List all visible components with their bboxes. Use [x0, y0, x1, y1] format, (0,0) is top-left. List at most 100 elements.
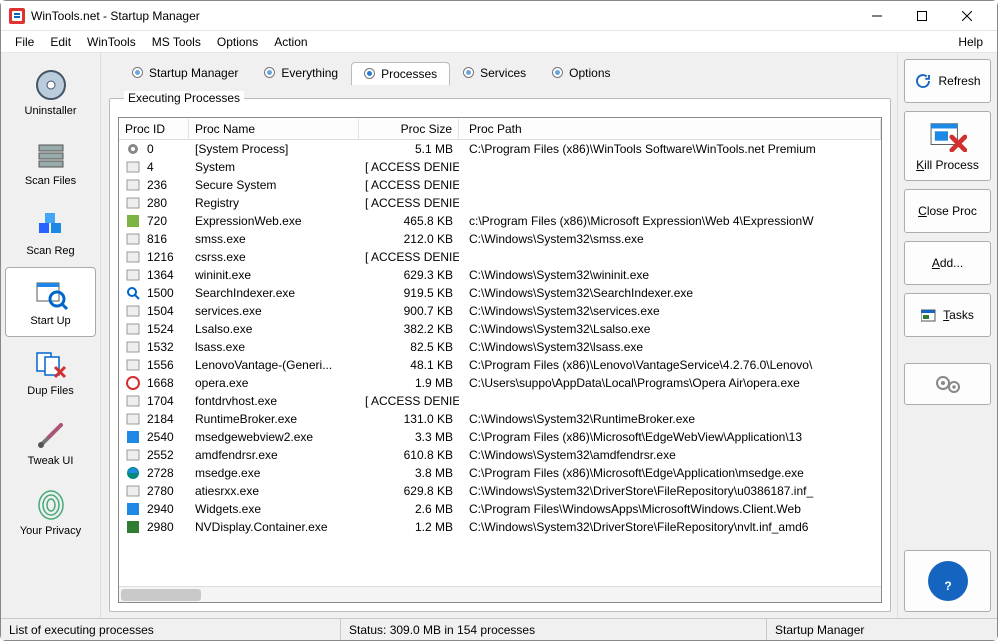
radio-icon: [552, 67, 563, 78]
col-proc-size[interactable]: Proc Size: [359, 119, 459, 139]
horizontal-scrollbar[interactable]: [119, 586, 881, 602]
cubes-icon: [33, 207, 69, 243]
cell-proc-size: [ ACCESS DENIED ]: [359, 160, 459, 174]
process-groupbox: Executing Processes Proc ID Proc Name Pr…: [109, 91, 891, 612]
listview-body[interactable]: 0[System Process]5.1 MBC:\Program Files …: [119, 140, 881, 586]
col-proc-name[interactable]: Proc Name: [189, 119, 359, 139]
cell-proc-path: C:\Windows\System32\Lsalso.exe: [459, 322, 881, 336]
sidebar-item-scan-files[interactable]: Scan Files: [5, 127, 96, 197]
cell-proc-name: msedgewebview2.exe: [189, 430, 359, 444]
table-row[interactable]: 2184RuntimeBroker.exe131.0 KBC:\Windows\…: [119, 410, 881, 428]
refresh-button[interactable]: Refresh: [904, 59, 991, 103]
cell-proc-size: [ ACCESS DENIED ]: [359, 196, 459, 210]
minimize-button[interactable]: [854, 1, 899, 31]
sidebar-item-tweak-ui[interactable]: Tweak UI: [5, 407, 96, 477]
cell-proc-size: 3.8 MB: [359, 466, 459, 480]
cell-proc-size: 629.3 KB: [359, 268, 459, 282]
cell-proc-id: 2184: [141, 412, 189, 426]
add-label: Add...: [932, 256, 963, 270]
cell-proc-id: 1704: [141, 394, 189, 408]
table-row[interactable]: 1504services.exe900.7 KBC:\Windows\Syste…: [119, 302, 881, 320]
help-button[interactable]: ?: [904, 550, 991, 612]
sidebar-item-scan-reg[interactable]: Scan Reg: [5, 197, 96, 267]
process-icon: [125, 394, 141, 408]
tab-options[interactable]: Options: [539, 61, 623, 84]
sidebar-item-uninstaller[interactable]: Uninstaller: [5, 57, 96, 127]
table-row[interactable]: 720ExpressionWeb.exe465.8 KBc:\Program F…: [119, 212, 881, 230]
table-row[interactable]: 2540msedgewebview2.exe3.3 MBC:\Program F…: [119, 428, 881, 446]
cell-proc-name: msedge.exe: [189, 466, 359, 480]
cell-proc-size: 1.2 MB: [359, 520, 459, 534]
table-row[interactable]: 1704fontdrvhost.exe[ ACCESS DENIED ]: [119, 392, 881, 410]
cell-proc-name: LenovoVantage-(Generi...: [189, 358, 359, 372]
table-row[interactable]: 1532lsass.exe82.5 KBC:\Windows\System32\…: [119, 338, 881, 356]
radio-icon: [132, 67, 143, 78]
table-row[interactable]: 1668opera.exe1.9 MBC:\Users\suppo\AppDat…: [119, 374, 881, 392]
table-row[interactable]: 2940Widgets.exe2.6 MBC:\Program Files\Wi…: [119, 500, 881, 518]
process-icon: [125, 412, 141, 426]
cell-proc-size: [ ACCESS DENIED ]: [359, 250, 459, 264]
listview-header[interactable]: Proc ID Proc Name Proc Size Proc Path: [119, 118, 881, 140]
kill-process-label: Kill Process: [916, 158, 979, 172]
table-row[interactable]: 1524Lsalso.exe382.2 KBC:\Windows\System3…: [119, 320, 881, 338]
cell-proc-name: Lsalso.exe: [189, 322, 359, 336]
menu-file[interactable]: File: [7, 33, 42, 51]
menu-help[interactable]: Help: [950, 33, 991, 51]
cell-proc-size: 131.0 KB: [359, 412, 459, 426]
close-button[interactable]: [944, 1, 989, 31]
sidebar-item-label: Your Privacy: [20, 525, 81, 537]
table-row[interactable]: 280Registry[ ACCESS DENIED ]: [119, 194, 881, 212]
cell-proc-name: lsass.exe: [189, 340, 359, 354]
cell-proc-id: 1364: [141, 268, 189, 282]
cell-proc-path: C:\Windows\System32\DriverStore\FileRepo…: [459, 484, 881, 498]
close-proc-button[interactable]: Close Proc: [904, 189, 991, 233]
dup-icon: [33, 347, 69, 383]
table-row[interactable]: 2552amdfendrsr.exe610.8 KBC:\Windows\Sys…: [119, 446, 881, 464]
col-proc-id[interactable]: Proc ID: [119, 119, 189, 139]
sidebar-item-your-privacy[interactable]: Your Privacy: [5, 477, 96, 547]
cell-proc-id: 236: [141, 178, 189, 192]
table-row[interactable]: 816smss.exe212.0 KBC:\Windows\System32\s…: [119, 230, 881, 248]
tab-processes[interactable]: Processes: [351, 62, 450, 85]
table-row[interactable]: 2728msedge.exe3.8 MBC:\Program Files (x8…: [119, 464, 881, 482]
table-row[interactable]: 1500SearchIndexer.exe919.5 KBC:\Windows\…: [119, 284, 881, 302]
add-button[interactable]: Add...: [904, 241, 991, 285]
col-proc-path[interactable]: Proc Path: [459, 119, 881, 139]
table-row[interactable]: 1556LenovoVantage-(Generi...48.1 KBC:\Pr…: [119, 356, 881, 374]
statusbar: List of executing processes Status: 309.…: [1, 618, 997, 640]
table-row[interactable]: 2780atiesrxx.exe629.8 KBC:\Windows\Syste…: [119, 482, 881, 500]
svg-text:?: ?: [944, 579, 951, 593]
process-icon: [125, 178, 141, 192]
table-row[interactable]: 4System[ ACCESS DENIED ]: [119, 158, 881, 176]
menu-mstools[interactable]: MS Tools: [144, 33, 209, 51]
process-listview[interactable]: Proc ID Proc Name Proc Size Proc Path 0[…: [118, 117, 882, 603]
table-row[interactable]: 2980NVDisplay.Container.exe1.2 MBC:\Wind…: [119, 518, 881, 536]
kill-process-button[interactable]: Kill Process: [904, 111, 991, 181]
menu-edit[interactable]: Edit: [42, 33, 79, 51]
status-left: List of executing processes: [1, 619, 341, 640]
cell-proc-name: RuntimeBroker.exe: [189, 412, 359, 426]
maximize-button[interactable]: [899, 1, 944, 31]
cell-proc-size: 1.9 MB: [359, 376, 459, 390]
table-row[interactable]: 236Secure System[ ACCESS DENIED ]: [119, 176, 881, 194]
table-row[interactable]: 1216csrss.exe[ ACCESS DENIED ]: [119, 248, 881, 266]
cell-proc-id: 1524: [141, 322, 189, 336]
sidebar-item-dup-files[interactable]: Dup Files: [5, 337, 96, 407]
cell-proc-name: ExpressionWeb.exe: [189, 214, 359, 228]
settings-button[interactable]: [904, 363, 991, 405]
tab-services[interactable]: Services: [450, 61, 539, 84]
cell-proc-id: 280: [141, 196, 189, 210]
menu-options[interactable]: Options: [209, 33, 266, 51]
sidebar-item-start-up[interactable]: Start Up: [5, 267, 96, 337]
menu-action[interactable]: Action: [266, 33, 315, 51]
table-row[interactable]: 1364wininit.exe629.3 KBC:\Windows\System…: [119, 266, 881, 284]
tab-everything[interactable]: Everything: [251, 61, 351, 84]
cell-proc-path: C:\Windows\System32\DriverStore\FileRepo…: [459, 520, 881, 534]
cell-proc-size: [ ACCESS DENIED ]: [359, 178, 459, 192]
tasks-button[interactable]: Tasks: [904, 293, 991, 337]
cell-proc-path: C:\Program Files (x86)\Lenovo\VantageSer…: [459, 358, 881, 372]
menu-wintools[interactable]: WinTools: [79, 33, 144, 51]
table-row[interactable]: 0[System Process]5.1 MBC:\Program Files …: [119, 140, 881, 158]
tab-startup-manager[interactable]: Startup Manager: [119, 61, 251, 84]
cell-proc-size: 5.1 MB: [359, 142, 459, 156]
